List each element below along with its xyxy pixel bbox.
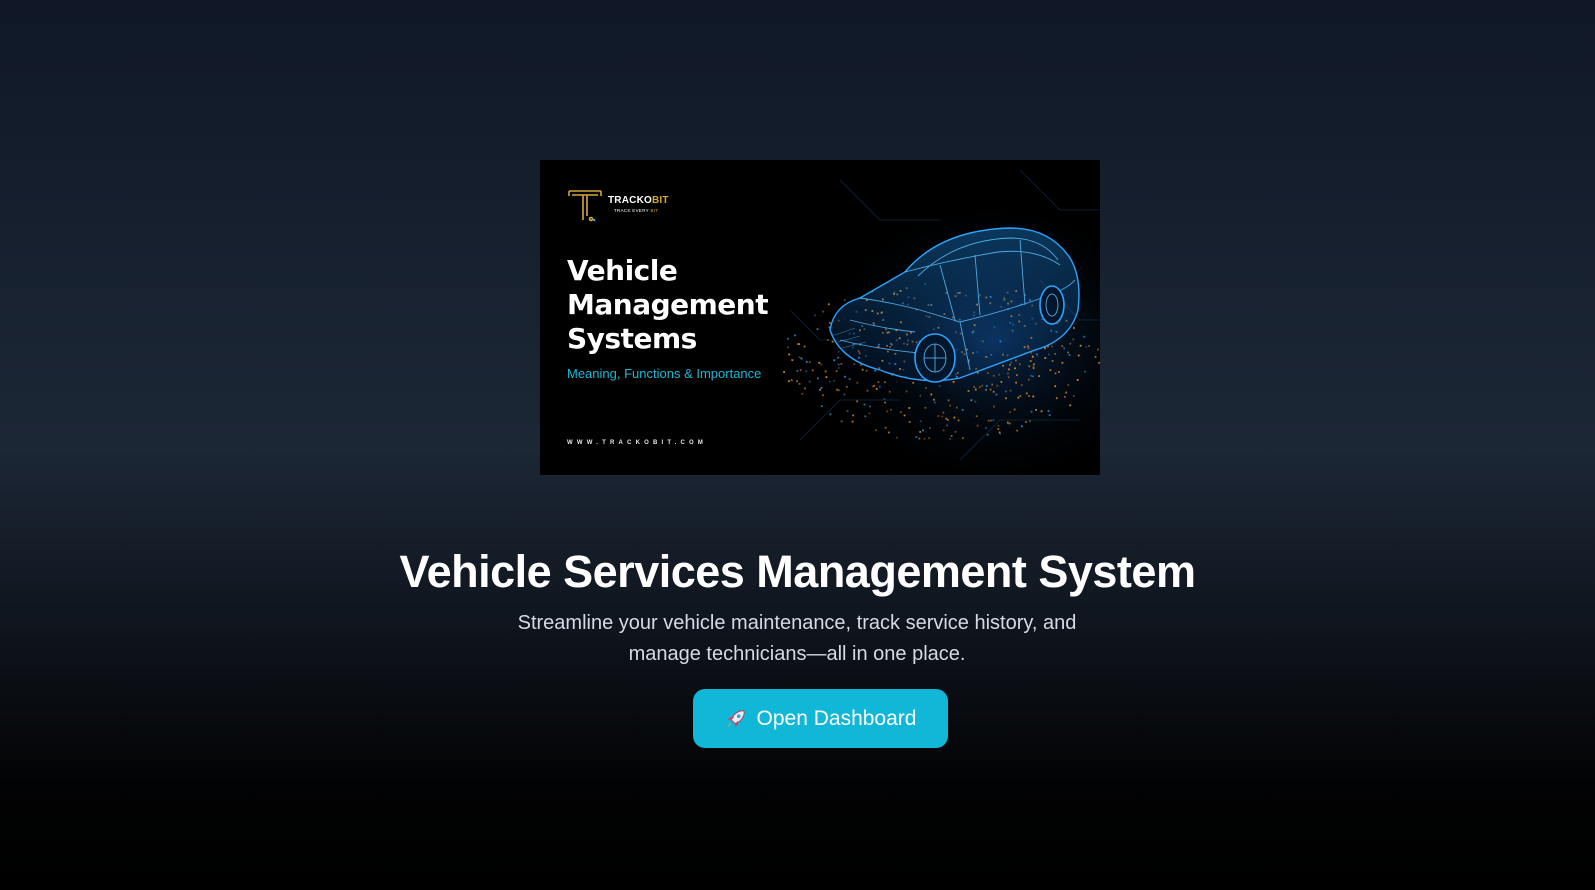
- trackobit-logo: TRACKOBIT TRACK EVERY BIT: [566, 186, 686, 226]
- hero-banner-image: TRACKOBIT TRACK EVERY BIT Vehicle Manage…: [540, 160, 1100, 475]
- banner-subtitle: Meaning, Functions & Importance: [567, 366, 762, 381]
- banner-title-line: Systems: [567, 322, 697, 355]
- rocket-icon: [727, 709, 745, 727]
- open-dashboard-label: Open Dashboard: [756, 706, 917, 730]
- hero-section: TRACKOBIT TRACK EVERY BIT Vehicle Manage…: [0, 0, 1595, 890]
- page-description: Streamline your vehicle maintenance, tra…: [517, 612, 1077, 665]
- page-title: Vehicle Services Management System: [399, 546, 1196, 598]
- banner-title-line: Management: [567, 288, 769, 321]
- banner-url: WWW.TRACKOBIT.COM: [567, 440, 708, 446]
- banner-title-line: Vehicle: [567, 254, 678, 287]
- wireframe-car-icon: [829, 227, 1080, 383]
- banner-title: Vehicle Management Systems: [567, 254, 827, 356]
- open-dashboard-button[interactable]: Open Dashboard: [693, 689, 948, 748]
- logo-brand-name: TRACKOBIT: [608, 195, 669, 206]
- logo-tagline: TRACK EVERY BIT: [614, 208, 659, 213]
- trackobit-logo-icon: [568, 190, 602, 222]
